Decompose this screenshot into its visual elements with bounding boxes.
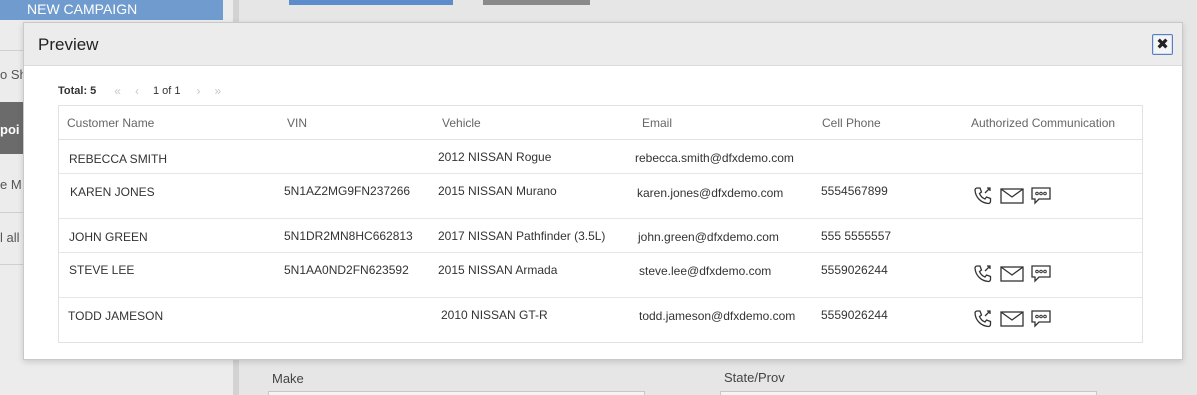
vin-cell: 5N1DR2MN8HC662813 bbox=[284, 229, 413, 243]
vehicle-cell: 2010 NISSAN GT-R bbox=[441, 308, 548, 322]
table-row[interactable]: REBECCA SMITH 2012 NISSAN Rogue rebecca.… bbox=[59, 140, 1142, 174]
phone-cell: 555 5555557 bbox=[821, 229, 892, 243]
modal-header: Preview ✖ bbox=[24, 23, 1182, 66]
sidebar-item[interactable]: l all bbox=[0, 230, 24, 245]
sidebar-item-label: poi bbox=[0, 122, 20, 137]
table-row[interactable]: KAREN JONES 5N1AZ2MG9FN237266 2015 NISSA… bbox=[59, 174, 1142, 219]
prev-page-icon[interactable]: ‹ bbox=[135, 84, 139, 98]
preview-table: Customer Name VIN Vehicle Email Cell Pho… bbox=[58, 105, 1143, 343]
state-prov-field[interactable] bbox=[720, 391, 1097, 395]
vehicle-cell: 2017 NISSAN Pathfinder (3.5L) bbox=[438, 229, 606, 243]
modal-title: Preview bbox=[38, 35, 99, 54]
email-cell: steve.lee@dfxdemo.com bbox=[639, 264, 772, 278]
email-icon[interactable] bbox=[1000, 265, 1024, 283]
customer-name-cell: TODD JAMESON bbox=[68, 309, 164, 323]
email-icon[interactable] bbox=[1000, 187, 1024, 205]
email-cell: karen.jones@dfxdemo.com bbox=[637, 186, 784, 200]
table-header: Customer Name VIN Vehicle Email Cell Pho… bbox=[59, 106, 1142, 140]
sms-icon[interactable] bbox=[1030, 309, 1052, 329]
preview-modal: Preview ✖ Total: 5 « ‹ 1 of 1 › » Custom… bbox=[23, 22, 1183, 360]
next-page-icon[interactable]: › bbox=[197, 84, 201, 98]
phone-icon[interactable] bbox=[972, 263, 994, 285]
phone-cell: 5554567899 bbox=[821, 184, 888, 198]
table-row[interactable]: JOHN GREEN 5N1DR2MN8HC662813 2017 NISSAN… bbox=[59, 219, 1142, 253]
vehicle-cell: 2015 NISSAN Armada bbox=[438, 263, 558, 277]
page-info: 1 of 1 bbox=[152, 85, 181, 97]
phone-cell: 5559026244 bbox=[821, 263, 888, 277]
email-cell: rebecca.smith@dfxdemo.com bbox=[635, 151, 794, 165]
vehicle-cell: 2015 NISSAN Murano bbox=[438, 184, 557, 198]
first-page-icon[interactable]: « bbox=[114, 84, 121, 98]
customer-name-cell: STEVE LEE bbox=[69, 263, 135, 277]
email-cell: todd.jameson@dfxdemo.com bbox=[639, 309, 796, 323]
make-label: Make bbox=[272, 371, 304, 386]
close-icon: ✖ bbox=[1156, 36, 1169, 53]
sidebar-item[interactable]: o Sh bbox=[0, 67, 24, 82]
communication-icons bbox=[972, 263, 1052, 285]
new-campaign-button[interactable]: NEW CAMPAIGN bbox=[0, 0, 223, 20]
communication-icons bbox=[972, 308, 1052, 330]
sms-icon[interactable] bbox=[1030, 264, 1052, 284]
close-button[interactable]: ✖ bbox=[1152, 34, 1173, 55]
vin-cell: 5N1AA0ND2FN623592 bbox=[284, 263, 409, 277]
sms-icon[interactable] bbox=[1030, 186, 1052, 206]
column-header-cell-phone[interactable]: Cell Phone bbox=[822, 116, 881, 130]
state-prov-label: State/Prov bbox=[724, 370, 785, 385]
background-primary-button[interactable] bbox=[289, 0, 453, 5]
background-secondary-button[interactable] bbox=[483, 0, 590, 5]
email-icon[interactable] bbox=[1000, 310, 1024, 328]
column-header-customer-name[interactable]: Customer Name bbox=[67, 116, 154, 130]
column-header-vin[interactable]: VIN bbox=[287, 116, 307, 130]
total-count: Total: 5 bbox=[58, 85, 97, 97]
table-row[interactable]: STEVE LEE 5N1AA0ND2FN623592 2015 NISSAN … bbox=[59, 253, 1142, 298]
column-header-vehicle[interactable]: Vehicle bbox=[442, 116, 481, 130]
column-header-email[interactable]: Email bbox=[642, 116, 672, 130]
vin-cell: 5N1AZ2MG9FN237266 bbox=[284, 184, 411, 198]
sidebar-item[interactable]: e M bbox=[0, 177, 24, 192]
sidebar-item-active[interactable]: poi bbox=[0, 102, 24, 154]
table-row[interactable]: TODD JAMESON 2010 NISSAN GT-R todd.james… bbox=[59, 298, 1142, 342]
phone-icon[interactable] bbox=[972, 185, 994, 207]
column-header-authorized-communication[interactable]: Authorized Communication bbox=[971, 116, 1115, 130]
email-cell: john.green@dfxdemo.com bbox=[638, 230, 779, 244]
communication-icons bbox=[972, 185, 1052, 207]
phone-cell: 5559026244 bbox=[821, 308, 888, 322]
customer-name-cell: JOHN GREEN bbox=[69, 230, 148, 244]
make-field[interactable] bbox=[268, 391, 645, 395]
phone-icon[interactable] bbox=[972, 308, 994, 330]
customer-name-cell: REBECCA SMITH bbox=[69, 152, 168, 166]
customer-name-cell: KAREN JONES bbox=[70, 185, 155, 199]
pager: Total: 5 « ‹ 1 of 1 › » bbox=[58, 84, 235, 98]
last-page-icon[interactable]: » bbox=[215, 84, 222, 98]
vehicle-cell: 2012 NISSAN Rogue bbox=[438, 150, 552, 164]
